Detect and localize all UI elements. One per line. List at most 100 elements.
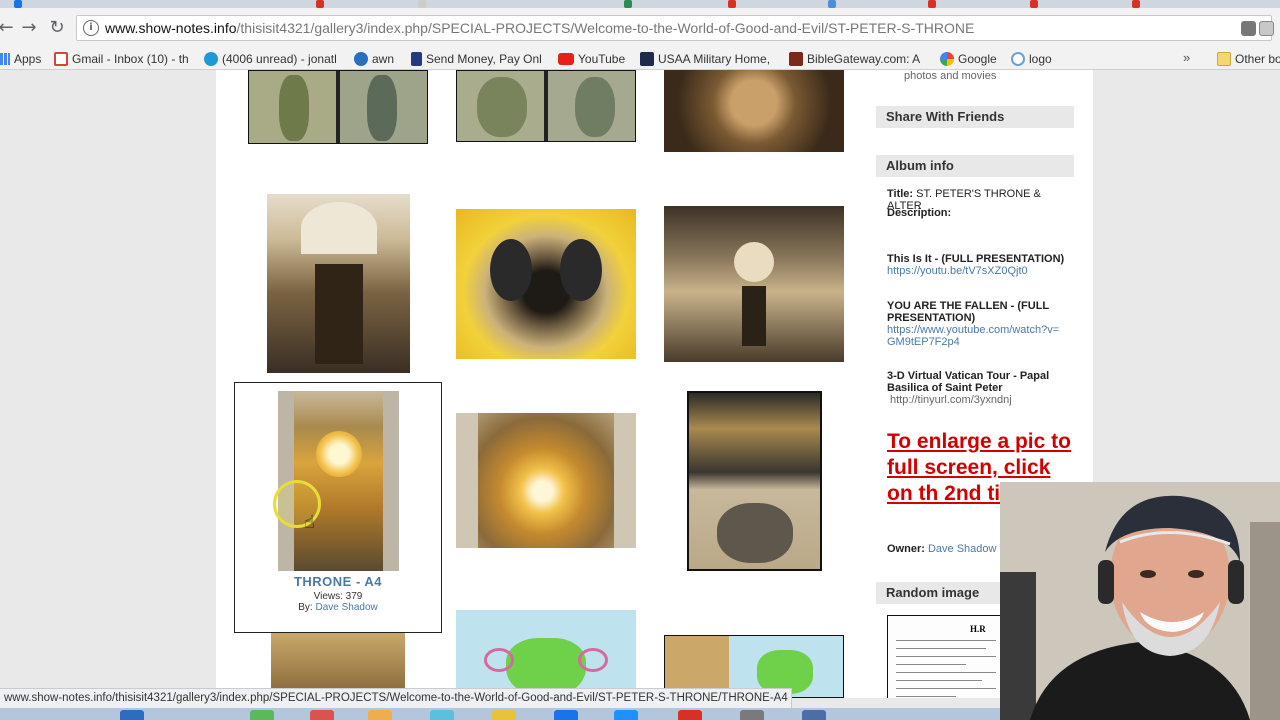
author-line: By: Dave Shadow xyxy=(234,602,442,613)
gmail-icon xyxy=(54,52,68,66)
bookmark-label: USAA Military Home, xyxy=(658,52,771,66)
photos-movies-link[interactable]: photos and movies xyxy=(904,70,1084,82)
share-heading: Share With Friends xyxy=(876,106,1074,128)
gallery-thumbnail[interactable] xyxy=(456,209,636,359)
bookmark-apps[interactable]: Apps xyxy=(0,51,41,67)
thumbnail-caption: THRONE - A4 Views: 379 By: Dave Shadow xyxy=(234,574,442,613)
bookmark-awn[interactable]: awn xyxy=(354,51,394,67)
bookmark-paypal[interactable]: Send Money, Pay Onl xyxy=(411,51,542,67)
gallery-thumbnail[interactable] xyxy=(271,633,405,693)
url-input[interactable]: i www.show-notes.info/thisisit4321/galle… xyxy=(76,15,1274,41)
extension-icon[interactable] xyxy=(1241,21,1256,36)
gallery-thumbnail[interactable] xyxy=(456,70,636,142)
author-label: By: xyxy=(298,602,313,613)
tab-favicon-icon[interactable] xyxy=(418,0,426,8)
taskbar-app-icon[interactable] xyxy=(614,710,638,720)
gallery-thumbnail[interactable] xyxy=(248,70,428,144)
taskbar-app-icon[interactable] xyxy=(678,710,702,720)
tab-favicon-icon[interactable] xyxy=(728,0,736,8)
gallery-thumbnail[interactable] xyxy=(456,413,636,548)
bookmark-usaa[interactable]: USAA Military Home, xyxy=(640,51,770,67)
presentation-link-3: 3-D Virtual Vatican Tour - Papal Basilic… xyxy=(887,370,1067,406)
random-image-thumbnail[interactable]: H.R xyxy=(887,615,1005,698)
bookmark-label: (4006 unread) - jonatl xyxy=(222,52,337,66)
presentation-link-1: This Is It - (FULL PRESENTATION) https:/… xyxy=(887,253,1067,277)
gallery-thumbnail[interactable] xyxy=(456,610,636,698)
apps-grid-icon xyxy=(0,53,10,65)
bookmark-label: awn xyxy=(372,52,395,66)
att-globe-icon xyxy=(204,52,218,66)
youtube-link[interactable]: https://www.youtube.com/watch?v=GM9tEP7F… xyxy=(887,324,1059,348)
taskbar-app-icon[interactable] xyxy=(492,710,516,720)
tab-favicon-icon[interactable] xyxy=(624,0,632,8)
tab-favicon-icon[interactable] xyxy=(316,0,324,8)
taskbar-app-icon[interactable] xyxy=(120,710,144,720)
taskbar-app-icon[interactable] xyxy=(368,710,392,720)
author-link[interactable]: Dave Shadow xyxy=(315,602,377,613)
back-arrow-icon[interactable]: ← xyxy=(0,16,18,40)
random-doc-heading: H.R xyxy=(970,624,986,634)
url-text[interactable]: www.show-notes.info/thisisit4321/gallery… xyxy=(105,20,974,36)
bookmark-label: Gmail - Inbox (10) - th xyxy=(72,52,189,66)
bookmark-label: BibleGateway.com: A xyxy=(807,52,921,66)
forward-arrow-icon[interactable]: → xyxy=(17,16,41,40)
bookmark-att[interactable]: (4006 unread) - jonatl xyxy=(204,51,337,67)
bookmark-biblegateway[interactable]: BibleGateway.com: A xyxy=(789,51,920,67)
youtube-link[interactable]: https://youtu.be/tV7sXZ0Qjt0 xyxy=(887,265,1028,277)
tab-favicon-icon[interactable] xyxy=(1132,0,1140,8)
bookmark-label: Apps xyxy=(14,52,42,66)
paypal-icon xyxy=(411,52,422,66)
taskbar-app-icon[interactable] xyxy=(740,710,764,720)
views-count: Views: 379 xyxy=(313,591,363,602)
bookmark-gmail[interactable]: Gmail - Inbox (10) - th xyxy=(54,51,189,67)
bookmark-label: YouTube xyxy=(578,52,626,66)
gallery-thumbnail[interactable] xyxy=(687,391,822,571)
album-description-label: Description: xyxy=(887,207,1067,219)
bookmark-label: Google xyxy=(958,52,997,66)
owner-label: Owner: xyxy=(887,543,925,555)
bookmarks-bar: Apps Gmail - Inbox (10) - th (4006 unrea… xyxy=(0,48,1280,70)
biblegateway-icon xyxy=(789,52,803,66)
gallery-thumbnail[interactable] xyxy=(267,194,410,373)
webcam-person-image xyxy=(1000,482,1280,720)
bookmark-label: Other bo xyxy=(1235,52,1280,66)
tab-favicon-icon[interactable] xyxy=(828,0,836,8)
link-title: This Is It - (FULL PRESENTATION) xyxy=(887,253,1065,265)
bookmark-other[interactable]: Other bo xyxy=(1217,51,1280,67)
taskbar-app-icon[interactable] xyxy=(250,710,274,720)
tab-favicon-icon[interactable] xyxy=(1030,0,1038,8)
google-icon xyxy=(940,52,954,66)
taskbar-app-icon[interactable] xyxy=(430,710,454,720)
owner-link[interactable]: Dave Shadow xyxy=(928,543,997,555)
bookmark-label: logo xyxy=(1029,52,1052,66)
extension-icon[interactable] xyxy=(1259,21,1274,36)
globe-icon xyxy=(1011,52,1025,66)
bookmark-google[interactable]: Google xyxy=(940,51,997,67)
thumbnail-title-link[interactable]: THRONE - A4 xyxy=(234,574,442,589)
folder-icon xyxy=(1217,52,1231,66)
tab-favicon-icon[interactable] xyxy=(14,0,22,8)
album-info-heading: Album info xyxy=(876,155,1074,177)
bookmark-logo[interactable]: logo xyxy=(1011,51,1052,67)
awn-icon xyxy=(354,52,368,66)
taskbar-app-icon[interactable] xyxy=(310,710,334,720)
hand-cursor-icon: ☝ xyxy=(304,512,315,533)
site-info-icon[interactable]: i xyxy=(83,20,99,36)
taskbar-app-icon[interactable] xyxy=(802,710,826,720)
tab-favicon-icon[interactable] xyxy=(928,0,936,8)
gallery-thumbnail[interactable] xyxy=(664,206,844,362)
usaa-eagle-icon xyxy=(640,52,654,66)
gallery-thumbnail[interactable] xyxy=(664,70,844,152)
address-bar: ← → ↻ i www.show-notes.info/thisisit4321… xyxy=(0,8,1280,48)
webcam-overlay xyxy=(1000,482,1280,720)
gallery-page: THRONE - A4 Views: 379 By: Dave Shadow ☝… xyxy=(216,70,1093,698)
reload-icon[interactable]: ↻ xyxy=(45,16,69,40)
bookmark-youtube[interactable]: YouTube xyxy=(558,51,625,67)
taskbar-app-icon[interactable] xyxy=(554,710,578,720)
youtube-icon xyxy=(558,53,574,65)
tinyurl-link[interactable]: http://tinyurl.com/3yxndnj xyxy=(890,394,1012,406)
title-label: Title: xyxy=(887,188,914,200)
url-path: /thisisit4321/gallery3/index.php/SPECIAL… xyxy=(236,20,975,36)
bookmarks-more-chevron-icon[interactable]: » xyxy=(1183,50,1190,65)
link-title: YOU ARE THE FALLEN - (FULL PRESENTATION) xyxy=(887,300,1049,324)
